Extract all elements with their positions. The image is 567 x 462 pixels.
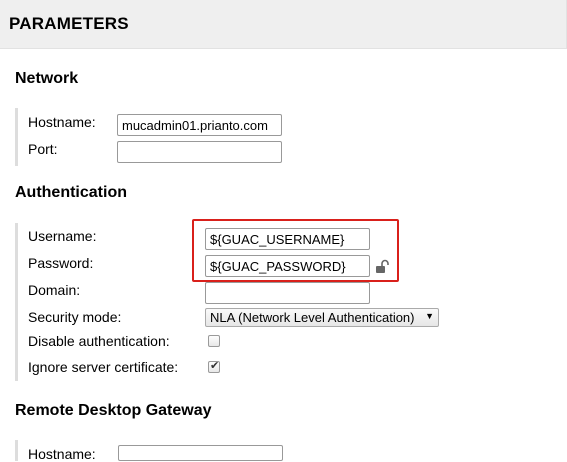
network-hostname-input[interactable]: mucadmin01.prianto.com bbox=[117, 114, 282, 136]
network-group bbox=[15, 108, 18, 166]
security-mode-select[interactable]: NLA (Network Level Authentication) ▼ bbox=[205, 308, 439, 327]
credentials-highlight-box bbox=[192, 219, 399, 282]
gateway-hostname-input[interactable] bbox=[118, 445, 283, 461]
ignore-certificate-checkbox[interactable]: ✔ bbox=[208, 360, 220, 373]
disable-authentication-checkbox[interactable] bbox=[208, 335, 220, 347]
username-label: Username: bbox=[28, 228, 97, 244]
gateway-hostname-label: Hostname: bbox=[28, 446, 96, 462]
port-label: Port: bbox=[28, 141, 58, 157]
security-mode-label: Security mode: bbox=[28, 309, 122, 325]
network-section-title: Network bbox=[15, 70, 79, 87]
page-title: PARAMETERS bbox=[9, 14, 129, 33]
domain-label: Domain: bbox=[28, 282, 81, 298]
gateway-group bbox=[15, 440, 18, 461]
domain-input[interactable] bbox=[205, 282, 370, 304]
gateway-section-title: Remote Desktop Gateway bbox=[15, 402, 212, 419]
authentication-section-title: Authentication bbox=[15, 184, 127, 201]
parameters-header: PARAMETERS bbox=[0, 0, 567, 49]
password-label: Password: bbox=[28, 255, 94, 271]
port-input[interactable] bbox=[117, 141, 282, 163]
security-mode-value: NLA (Network Level Authentication) bbox=[210, 310, 415, 325]
network-hostname-label: Hostname: bbox=[28, 114, 96, 130]
disable-authentication-label: Disable authentication: bbox=[28, 333, 170, 349]
checkmark-icon: ✔ bbox=[210, 360, 220, 372]
ignore-certificate-label: Ignore server certificate: bbox=[28, 359, 179, 375]
authentication-group bbox=[15, 223, 18, 381]
triangle-down-icon: ▼ bbox=[425, 311, 434, 321]
